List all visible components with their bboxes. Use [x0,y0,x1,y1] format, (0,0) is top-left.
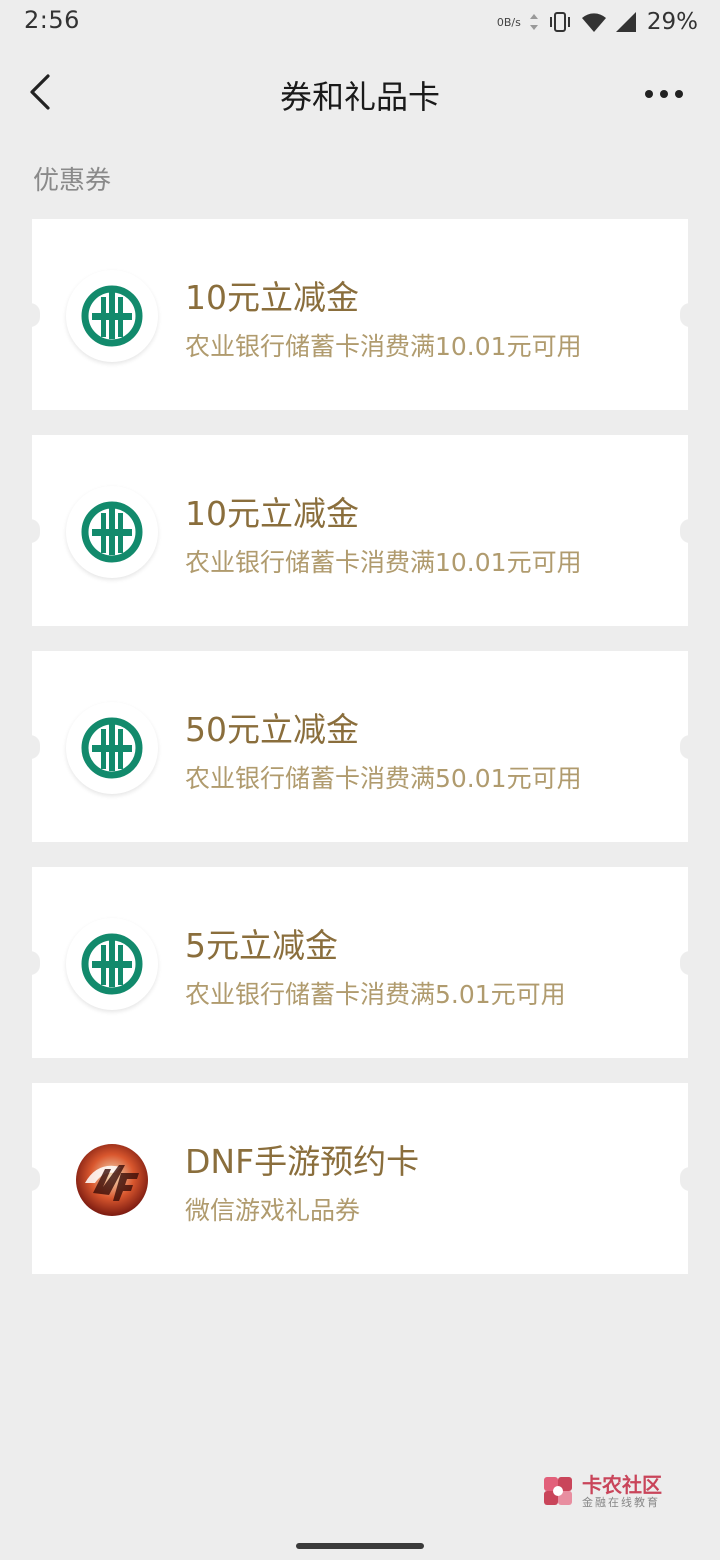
watermark-title: 卡农社区 [582,1473,662,1497]
card-title: DNF手游预约卡 [185,1142,420,1181]
card-title: 10元立减金 [185,494,359,533]
card-title: 50元立减金 [185,710,359,749]
ticket-notch [680,303,700,327]
ticket-notch [20,1167,40,1191]
more-button[interactable] [636,74,692,114]
status-icons: 0B/s 29% [497,7,698,37]
ticket-notch [680,1167,700,1191]
ticket-notch [680,519,700,543]
card-title: 10元立减金 [185,278,359,317]
abc-bank-logo-icon [66,918,158,1010]
section-label-coupons: 优惠券 [33,166,112,196]
status-time: 2:56 [24,6,80,34]
battery-percent: 29% [646,9,698,35]
coupon-card[interactable]: 5元立减金 农业银行储蓄卡消费满5.01元可用 [20,867,700,1058]
data-arrows-icon [529,14,538,30]
cell-signal-icon [615,12,636,32]
kanong-logo-icon [544,1477,572,1505]
card-subtitle: 农业银行储蓄卡消费满5.01元可用 [185,980,566,1009]
card-subtitle: 农业银行储蓄卡消费满10.01元可用 [185,332,582,361]
card-subtitle: 农业银行储蓄卡消费满10.01元可用 [185,548,582,577]
coupon-card[interactable]: 50元立减金 农业银行储蓄卡消费满50.01元可用 [20,651,700,842]
abc-bank-logo-icon [66,486,158,578]
kanong-watermark: 卡农社区 金融在线教育 [540,1470,670,1514]
gift-card[interactable]: DNF手游预约卡 微信游戏礼品券 [20,1083,700,1274]
coupon-card[interactable]: 10元立减金 农业银行储蓄卡消费满10.01元可用 [20,219,700,410]
card-subtitle: 农业银行储蓄卡消费满50.01元可用 [185,764,582,793]
ticket-notch [680,735,700,759]
page-title: 券和礼品卡 [279,78,440,116]
abc-bank-logo-icon [66,702,158,794]
ticket-notch [20,735,40,759]
home-indicator[interactable] [296,1543,424,1549]
watermark-subtitle: 金融在线教育 [582,1496,660,1509]
card-title: 5元立减金 [185,926,338,965]
coupon-card[interactable]: 10元立减金 农业银行储蓄卡消费满10.01元可用 [20,435,700,626]
ticket-notch [680,951,700,975]
card-subtitle: 微信游戏礼品券 [185,1196,361,1225]
ticket-notch [20,303,40,327]
ticket-notch [20,519,40,543]
ticket-notch [20,951,40,975]
nav-bar: 券和礼品卡 [0,56,720,132]
abc-bank-logo-icon [66,270,158,362]
more-dots-icon [645,90,683,98]
wifi-icon [581,13,606,32]
dnf-game-logo-icon [66,1134,158,1226]
vibrate-icon [549,12,570,32]
net-speed: 0B/s [496,15,521,29]
status-bar: 2:56 0B/s 29% [0,0,720,44]
